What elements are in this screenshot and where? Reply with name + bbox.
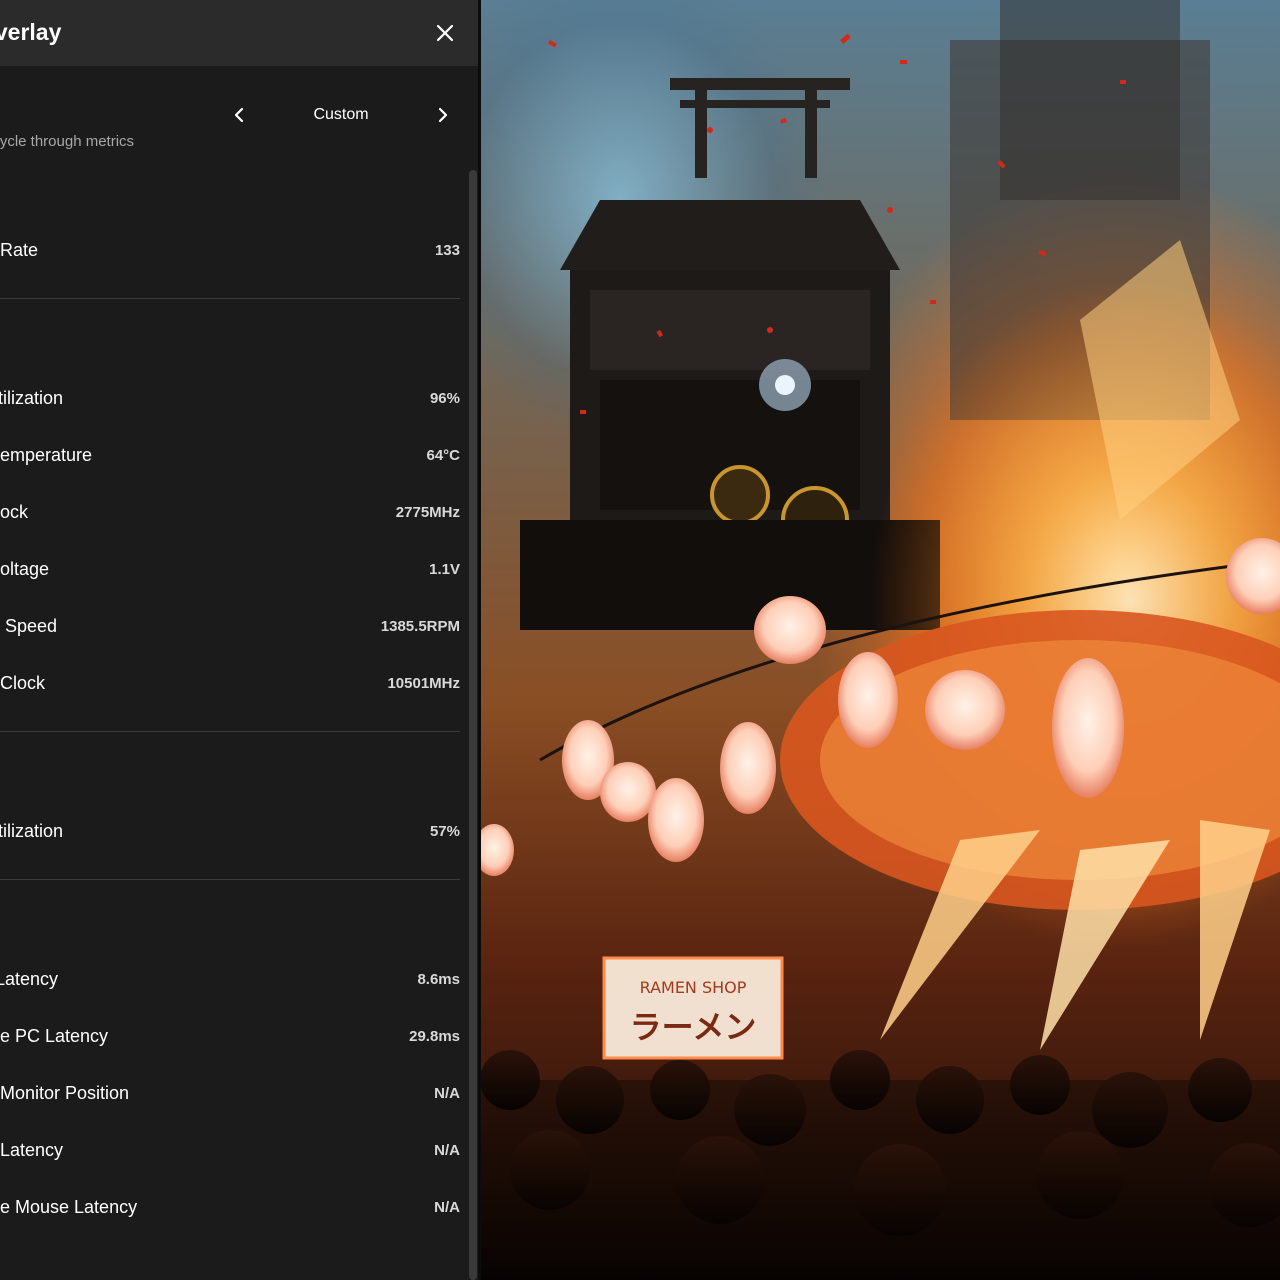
metric-value: 64°C: [426, 447, 460, 464]
section-divider: [0, 879, 460, 880]
metric-memory-clock[interactable]: Clock 10501MHz: [0, 673, 460, 703]
metric-value: N/A: [434, 1142, 460, 1159]
panel-header: stics overlay: [0, 0, 480, 66]
section-divider: [0, 298, 460, 299]
metric-label: n Speed: [0, 616, 58, 636]
metric-gpu-clock[interactable]: ock 2775MHz: [0, 502, 460, 532]
chevron-right-icon: [438, 107, 448, 123]
metric-value: 57%: [429, 823, 460, 840]
metric-label: oltage: [0, 559, 50, 579]
metric-render-latency[interactable]: Latency 8.6ms: [0, 969, 460, 999]
metric-label: Monitor Position: [0, 1083, 130, 1103]
metric-label: Latency: [0, 1140, 64, 1160]
section-divider: [0, 731, 460, 732]
metric-value: 8.6ms: [417, 971, 460, 988]
statistics-overlay-panel: stics overlay ew Cycle through metrics C…: [0, 0, 480, 1280]
metric-average-mouse-latency[interactable]: e Mouse Latency N/A: [0, 1197, 460, 1227]
metric-frame-rate[interactable]: Rate 133: [0, 240, 460, 270]
ramen-sign-art: RAMEN SHOP ラーメン: [602, 956, 784, 1060]
metric-value: 1.1V: [429, 561, 460, 578]
view-value: Custom: [313, 106, 369, 123]
chevron-left-icon: [234, 107, 244, 123]
bg-building: [1000, 0, 1180, 200]
game-scene-art: RAMEN SHOP ラーメン: [480, 0, 1280, 1280]
metric-label: ock: [0, 502, 29, 522]
metric-mouse-latency[interactable]: Latency N/A: [0, 1140, 460, 1170]
close-button[interactable]: [430, 18, 460, 48]
torii-gate-art: [670, 78, 850, 178]
crowd-art: [480, 1050, 1280, 1280]
metric-label: Rate: [0, 240, 39, 260]
view-sublabel: Cycle through metrics: [0, 133, 135, 150]
metric-value: 29.8ms: [409, 1028, 460, 1045]
metric-fan-speed[interactable]: n Speed 1385.5RPM: [0, 616, 460, 646]
metric-gpu-voltage[interactable]: oltage 1.1V: [0, 559, 460, 589]
scrollbar[interactable]: [469, 170, 477, 1280]
metric-label: tilization: [0, 388, 64, 408]
metric-value: 2775MHz: [395, 504, 460, 521]
panel-title: stics overlay: [0, 19, 62, 45]
metric-cpu-utilization[interactable]: tilization 57%: [0, 821, 460, 851]
previous-view-button[interactable]: [228, 104, 250, 126]
metric-value: 10501MHz: [387, 675, 460, 692]
screen: RAMEN SHOP ラーメン verlay Cycle through met…: [0, 0, 1280, 1280]
metric-label: Latency: [0, 969, 59, 989]
panel-edge: [478, 0, 481, 1280]
metric-label: emperature: [0, 445, 93, 465]
metric-label: Clock: [0, 673, 46, 693]
metric-value: N/A: [434, 1199, 460, 1216]
metric-gpu-utilization[interactable]: tilization 96%: [0, 388, 460, 418]
ramen-sign-text: RAMEN SHOP: [640, 978, 747, 997]
close-icon: [436, 24, 454, 42]
metric-gpu-temperature[interactable]: emperature 64°C: [0, 445, 460, 475]
metric-value: 133: [434, 242, 460, 259]
metric-monitor-position[interactable]: Monitor Position N/A: [0, 1083, 460, 1113]
ramen-sign-kana: ラーメン: [630, 1008, 757, 1046]
metric-label: e PC Latency: [0, 1026, 109, 1046]
next-view-button[interactable]: [432, 104, 454, 126]
metric-average-pc-latency[interactable]: e PC Latency 29.8ms: [0, 1026, 460, 1056]
view-selector: ew Cycle through metrics Custom: [0, 96, 470, 166]
metric-label: e Mouse Latency: [0, 1197, 138, 1217]
metric-value: 1385.5RPM: [380, 618, 460, 635]
game-scene: RAMEN SHOP ラーメン: [480, 0, 1280, 1280]
metric-label: tilization: [0, 821, 64, 841]
metric-value: N/A: [434, 1085, 460, 1102]
metric-value: 96%: [429, 390, 460, 407]
